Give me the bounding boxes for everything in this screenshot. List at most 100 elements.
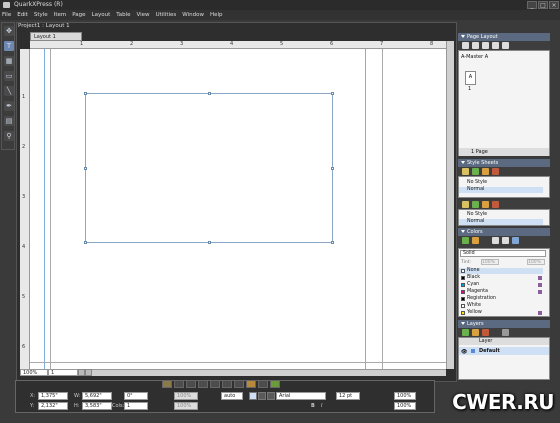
italic-button[interactable]: I [321, 403, 322, 409]
page-number-field[interactable]: 1 [48, 369, 78, 376]
frame-tab-icon[interactable] [234, 380, 244, 388]
width-field[interactable]: 5,692" [82, 392, 112, 400]
vertical-scale-field[interactable]: 100% [174, 402, 198, 410]
close-button[interactable]: × [549, 1, 559, 9]
clipping-tab-icon[interactable] [258, 380, 268, 388]
zoom-tool-icon[interactable]: ⚲ [4, 131, 14, 141]
menu-layout[interactable]: Layout [92, 12, 111, 18]
color-item-black[interactable]: Black [459, 275, 543, 281]
paragraph-style-item[interactable]: Normal [459, 187, 543, 193]
edit-style-icon[interactable] [482, 201, 489, 208]
menu-edit[interactable]: Edit [17, 12, 28, 18]
picture-content-tool-icon[interactable]: ▦ [4, 56, 14, 66]
horizontal-scrollbar[interactable] [90, 369, 446, 376]
resize-handle[interactable] [84, 92, 87, 95]
move-item-icon[interactable] [502, 329, 509, 336]
runaround-tab-icon[interactable] [246, 380, 256, 388]
color-item-magenta[interactable]: Magenta [459, 289, 543, 295]
pen-tool-icon[interactable]: ✒ [4, 101, 14, 111]
menu-style[interactable]: Style [34, 12, 48, 18]
menu-file[interactable]: File [2, 12, 11, 18]
color-item-white[interactable]: White [459, 303, 543, 309]
paragraph-style-item[interactable]: No Style [459, 180, 543, 186]
align-left-button[interactable] [249, 392, 257, 400]
opacity-field[interactable]: 100% [527, 259, 545, 265]
menu-help[interactable]: Help [210, 12, 223, 18]
tab-layout-1[interactable]: Layout 1 [30, 32, 82, 41]
background-color-icon[interactable] [512, 237, 519, 244]
duplicate-page-icon[interactable] [482, 42, 489, 49]
x-position-field[interactable]: 1,375" [38, 392, 68, 400]
tracking-field[interactable]: 100% [394, 402, 416, 410]
bold-button[interactable]: B [311, 403, 315, 409]
new-page-icon[interactable] [462, 42, 469, 49]
line-tool-icon[interactable]: ╲ [4, 86, 14, 96]
horizontal-scale-field[interactable]: 100% [174, 392, 198, 400]
paragraph-tab-icon[interactable] [186, 380, 196, 388]
align-right-button[interactable] [267, 392, 275, 400]
rules-tab-icon[interactable] [198, 380, 208, 388]
master-page-icon[interactable] [472, 42, 479, 49]
new-style-icon[interactable] [472, 201, 479, 208]
character-tab-icon[interactable] [174, 380, 184, 388]
resize-handle[interactable] [331, 241, 334, 244]
angle-field[interactable]: 0° [124, 392, 148, 400]
frame-color-icon[interactable] [492, 237, 499, 244]
character-style-item[interactable]: No Style [459, 212, 543, 218]
layer-row-default[interactable]: 👁 Default [459, 347, 549, 355]
tabs-tab-icon[interactable] [222, 380, 232, 388]
new-color-icon[interactable] [462, 237, 469, 244]
horizontal-ruler[interactable]: 1 2 3 4 5 6 7 8 [30, 41, 446, 49]
colors-palette-header[interactable]: Colors [458, 228, 550, 236]
y-position-field[interactable]: 2,132" [38, 402, 68, 410]
resize-handle[interactable] [208, 92, 211, 95]
minimize-button[interactable]: _ [527, 1, 537, 9]
menu-table[interactable]: Table [116, 12, 130, 18]
resize-handle[interactable] [331, 92, 334, 95]
rectangle-box-tool-icon[interactable]: ▭ [4, 71, 14, 81]
columns-tab-icon[interactable] [210, 380, 220, 388]
color-item-cyan[interactable]: Cyan [459, 282, 543, 288]
text-scale-field[interactable]: 100% [394, 392, 416, 400]
menu-view[interactable]: View [137, 12, 150, 18]
page-layout-palette-header[interactable]: Page Layout [458, 33, 550, 41]
color-item-yellow[interactable]: Yellow [459, 310, 543, 316]
home-tab-icon[interactable] [162, 380, 172, 388]
tint-field[interactable]: 100% [481, 259, 499, 265]
color-mode-select[interactable]: Solid [460, 250, 546, 257]
edit-layer-icon[interactable] [472, 329, 479, 336]
move-page-icon[interactable] [492, 42, 499, 49]
drop-shadow-tab-icon[interactable] [270, 380, 280, 388]
leading-field[interactable]: auto [221, 392, 243, 400]
text-box[interactable] [84, 92, 334, 244]
menu-window[interactable]: Window [182, 12, 204, 18]
maximize-button[interactable]: □ [538, 1, 548, 9]
master-page-item[interactable]: A-Master A [461, 54, 488, 60]
page-thumbnail[interactable]: A [465, 71, 476, 85]
menu-item[interactable]: Item [54, 12, 67, 18]
style-sheets-palette-header[interactable]: Style Sheets [458, 159, 550, 167]
color-item-registration[interactable]: Registration [459, 296, 543, 302]
resize-handle[interactable] [208, 241, 211, 244]
prev-page-button[interactable] [78, 369, 85, 376]
delete-layer-icon[interactable] [482, 329, 489, 336]
text-content-tool-icon[interactable]: T [4, 41, 14, 51]
next-page-button[interactable] [85, 369, 92, 376]
menu-page[interactable]: Page [72, 12, 85, 18]
height-field[interactable]: 3,583" [82, 402, 112, 410]
resize-handle[interactable] [331, 167, 334, 170]
resize-handle[interactable] [84, 167, 87, 170]
layers-palette-header[interactable]: Layers [458, 320, 550, 328]
vertical-scrollbar[interactable] [446, 41, 454, 369]
font-field[interactable]: Arial [276, 392, 326, 400]
resize-handle[interactable] [84, 241, 87, 244]
text-color-icon[interactable] [502, 237, 509, 244]
color-item-none[interactable]: None [459, 268, 543, 274]
delete-page-icon[interactable] [502, 42, 509, 49]
item-tool-icon[interactable]: ✥ [4, 26, 14, 36]
new-layer-icon[interactable] [462, 329, 469, 336]
delete-style-icon[interactable] [492, 168, 499, 175]
edit-style-icon[interactable] [482, 168, 489, 175]
font-size-field[interactable]: 12 pt [336, 392, 360, 400]
columns-field[interactable]: 1 [124, 402, 148, 410]
